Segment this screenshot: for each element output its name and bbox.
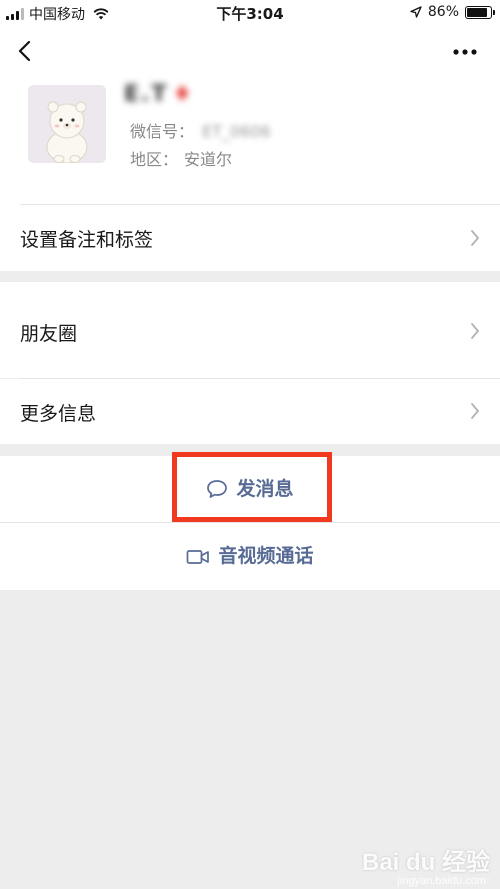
remark-tags-label: 设置备注和标签 (20, 229, 154, 251)
chevron-left-icon[interactable] (14, 38, 38, 64)
battery-fill (467, 7, 487, 17)
contact-name: E.T ♦ (124, 82, 194, 107)
region-line: 地区： 安道尔 (130, 146, 232, 170)
more-info-row[interactable]: 更多信息 (0, 379, 500, 444)
more-info-label: 更多信息 (20, 403, 97, 425)
wechat-id-label: 微信号： (130, 122, 195, 141)
ellipsis-icon[interactable] (452, 48, 478, 56)
video-call-label: 音视频通话 (218, 545, 314, 567)
wechat-id-value: ET_0606 (202, 122, 271, 141)
status-bar: 中国移动 下午3:04 86% (0, 0, 500, 24)
moments-label: 朋友圈 (20, 323, 78, 345)
contact-name-text: E.T (124, 82, 169, 107)
video-call-button[interactable]: 音视频通话 (0, 523, 500, 590)
video-call-content: 音视频通话 (186, 523, 314, 590)
chevron-right-icon (471, 403, 479, 419)
watermark-text: Bai du 经验 (361, 849, 490, 876)
chevron-right-icon (471, 323, 479, 339)
highlight-annotation-box (172, 452, 332, 522)
region-value: 安道尔 (184, 150, 233, 169)
chevron-right-icon (471, 230, 479, 246)
location-arrow-icon (410, 6, 422, 18)
divider (20, 378, 500, 379)
name-badge: ♦ (172, 82, 195, 107)
profile-header: E.T ♦ 微信号： ET_0606 地区： 安道尔 设置备注和标签 (0, 24, 500, 271)
wechat-id-line: 微信号： ET_0606 (130, 118, 271, 142)
video-camera-icon (187, 549, 210, 564)
status-right: 86% (410, 4, 495, 20)
moments-row[interactable]: 朋友圈 (0, 282, 500, 378)
avatar[interactable] (28, 85, 106, 163)
region-label: 地区： (130, 150, 179, 169)
divider (0, 522, 500, 523)
baidu-watermark: Bai du 经验 (362, 842, 490, 877)
watermark-url: jingyan.baidu.com (397, 875, 486, 887)
battery-percent: 86% (427, 4, 459, 20)
polar-bear-avatar-icon (28, 85, 106, 163)
battery-icon (465, 5, 495, 19)
remark-tags-row[interactable]: 设置备注和标签 (0, 205, 500, 271)
